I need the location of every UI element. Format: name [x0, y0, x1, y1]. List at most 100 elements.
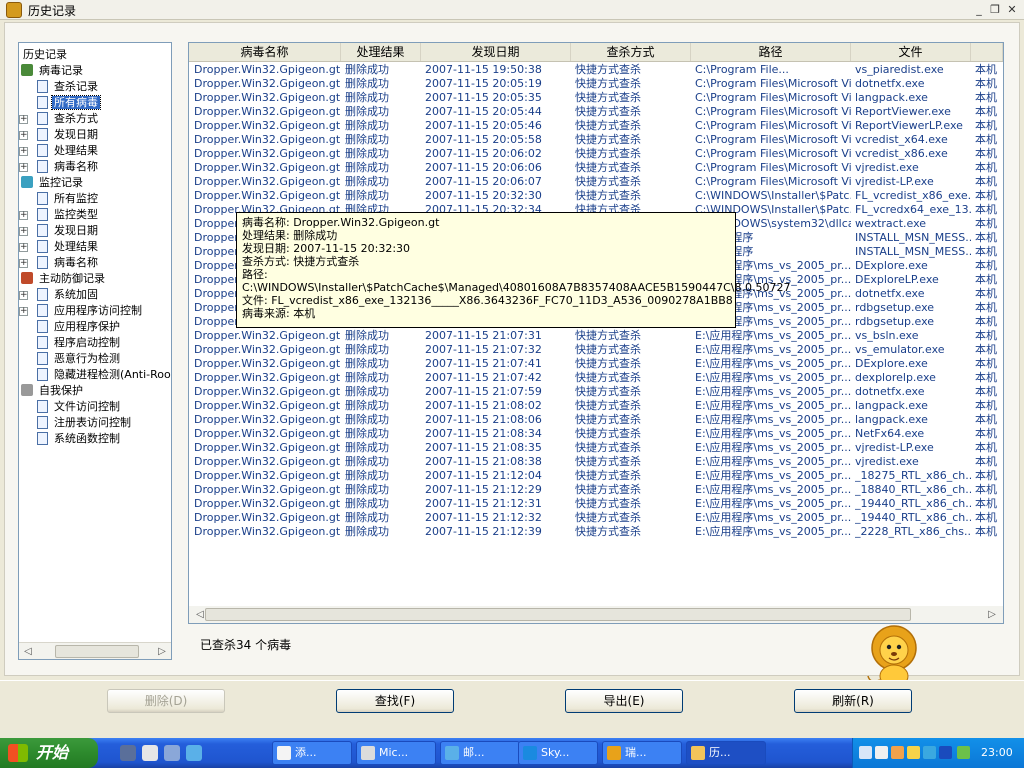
start-button[interactable]: 开始 — [0, 738, 98, 768]
tray-monitor-icon[interactable] — [907, 746, 920, 759]
table-row[interactable]: Dropper.Win32.Gpigeon.gt 删除成功 2007-11-15 2… — [189, 133, 1003, 147]
expand-icon[interactable]: + — [19, 211, 28, 220]
tree-item[interactable]: + 应用程序访问控制 — [19, 303, 144, 319]
tree-item[interactable]: + 处理结果 — [19, 239, 100, 255]
tree-item[interactable]: 恶意行为检测 — [19, 351, 122, 367]
table-row[interactable]: Dropper.Win32.Gpigeon.gt 删除成功 2007-11-15 2… — [189, 147, 1003, 161]
table-row[interactable]: Dropper.Win32.Gpigeon.gt 删除成功 2007-11-15 2… — [189, 469, 1003, 483]
tree-horizontal-scrollbar[interactable]: ◁ ▷ — [19, 642, 171, 659]
scroll-right-icon[interactable]: ▷ — [985, 608, 999, 621]
tray-app-icon[interactable] — [875, 746, 888, 759]
quicklaunch-tool-icon[interactable] — [164, 745, 180, 761]
table-row[interactable]: Dropper.Win32.Gpigeon.gt 删除成功 2007-11-15 2… — [189, 175, 1003, 189]
expand-icon[interactable]: + — [19, 243, 28, 252]
expand-icon[interactable]: + — [19, 307, 28, 316]
table-row[interactable]: Dropper.Win32.Gpigeon.gt 删除成功 2007-11-15 2… — [189, 497, 1003, 511]
tree-item[interactable]: 监控记录 — [21, 175, 85, 191]
tray-network-icon[interactable] — [923, 746, 936, 759]
quicklaunch-app-icon[interactable] — [142, 745, 158, 761]
column-header[interactable] — [971, 43, 1003, 61]
tree-item[interactable]: + 病毒名称 — [19, 255, 100, 271]
taskbar-button[interactable]: 历... — [686, 741, 766, 765]
tree-item[interactable]: + 发现日期 — [19, 127, 100, 143]
table-row[interactable]: Dropper.Win32.Gpigeon.gt 删除成功 2007-11-15 2… — [189, 91, 1003, 105]
tree-item[interactable]: 主动防御记录 — [21, 271, 107, 287]
table-row[interactable]: Dropper.Win32.Gpigeon.gt 删除成功 2007-11-15 2… — [189, 329, 1003, 343]
table-row[interactable]: Dropper.Win32.Gpigeon.gt 删除成功 2007-11-15 2… — [189, 105, 1003, 119]
table-row[interactable]: Dropper.Win32.Gpigeon.gt 删除成功 2007-11-15 2… — [189, 161, 1003, 175]
tree-item[interactable]: + 查杀方式 — [19, 111, 100, 127]
minimize-button[interactable]: _ — [972, 3, 986, 17]
expand-icon[interactable]: + — [19, 163, 28, 172]
tray-umbrella-icon[interactable] — [957, 746, 970, 759]
restore-button[interactable]: ❐ — [988, 3, 1002, 17]
tree-item[interactable]: 注册表访问控制 — [19, 415, 133, 431]
table-row[interactable]: Dropper.Win32.Gpigeon.gt 删除成功 2007-11-15 2… — [189, 77, 1003, 91]
taskbar-button[interactable]: 瑞... — [602, 741, 682, 765]
table-row[interactable]: Dropper.Win32.Gpigeon.gt 删除成功 2007-11-15 2… — [189, 441, 1003, 455]
table-row[interactable]: Dropper.Win32.Gpigeon.gt 删除成功 2007-11-15 2… — [189, 399, 1003, 413]
table-row[interactable]: Dropper.Win32.Gpigeon.gt 删除成功 2007-11-15 2… — [189, 427, 1003, 441]
table-row[interactable]: Dropper.Win32.Gpigeon.gt 删除成功 2007-11-15 2… — [189, 385, 1003, 399]
scroll-right-icon[interactable]: ▷ — [155, 645, 169, 658]
table-row[interactable]: Dropper.Win32.Gpigeon.gt 删除成功 2007-11-15 2… — [189, 343, 1003, 357]
delete-button[interactable]: 删除(D) — [107, 689, 225, 713]
expand-icon[interactable]: + — [19, 115, 28, 124]
tree-item[interactable]: 程序启动控制 — [19, 335, 122, 351]
tree-item[interactable]: 自我保护 — [21, 383, 85, 399]
refresh-button[interactable]: 刷新(R) — [794, 689, 912, 713]
ie-icon[interactable] — [186, 745, 202, 761]
tree-item[interactable]: 应用程序保护 — [19, 319, 122, 335]
table-row[interactable]: Dropper.Win32.Gpigeon.gt 删除成功 2007-11-15 2… — [189, 371, 1003, 385]
history-tree[interactable]: 历史记录 病毒记录 查杀记录 所有病毒 + 查杀方式 + 发现日期 + 处理结果 + 病毒名称 监控记录… — [18, 42, 172, 660]
list-horizontal-scrollbar[interactable]: ◁ ▷ — [189, 606, 1003, 623]
taskbar-button[interactable]: 添... — [272, 741, 352, 765]
column-header[interactable]: 发现日期 — [421, 43, 571, 61]
column-header[interactable]: 病毒名称 — [189, 43, 341, 61]
taskbar-button[interactable]: Mic... — [356, 741, 436, 765]
tree-item[interactable]: 病毒记录 — [21, 63, 85, 79]
column-header[interactable]: 路径 — [691, 43, 851, 61]
tray-media-icon[interactable] — [939, 746, 952, 759]
column-header[interactable]: 查杀方式 — [571, 43, 691, 61]
table-row[interactable]: Dropper.Win32.Gpigeon.gt 删除成功 2007-11-15 2… — [189, 483, 1003, 497]
column-header[interactable]: 文件 — [851, 43, 971, 61]
tree-item[interactable]: 所有病毒 — [19, 95, 101, 111]
tray-collapse-icon[interactable] — [859, 746, 872, 759]
tree-item[interactable]: + 处理结果 — [19, 143, 100, 159]
tree-item[interactable]: 查杀记录 — [19, 79, 100, 95]
tree-item[interactable]: 所有监控 — [19, 191, 100, 207]
scroll-thumb[interactable] — [205, 608, 911, 621]
table-row[interactable]: Dropper.Win32.Gpigeon.gt 删除成功 2007-11-15 2… — [189, 511, 1003, 525]
tray-rising-icon[interactable] — [891, 746, 904, 759]
media-icon[interactable] — [120, 745, 136, 761]
table-row[interactable]: Dropper.Win32.Gpigeon.gt 删除成功 2007-11-15 2… — [189, 119, 1003, 133]
find-button[interactable]: 查找(F) — [336, 689, 454, 713]
tree-item[interactable]: + 发现日期 — [19, 223, 100, 239]
table-row[interactable]: Dropper.Win32.Gpigeon.gt 删除成功 2007-11-15 2… — [189, 525, 1003, 539]
tree-item[interactable]: 文件访问控制 — [19, 399, 122, 415]
tree-item[interactable]: + 监控类型 — [19, 207, 100, 223]
table-row[interactable]: Dropper.Win32.Gpigeon.gt 删除成功 2007-11-15 2… — [189, 357, 1003, 371]
expand-icon[interactable]: + — [19, 227, 28, 236]
table-row[interactable]: Dropper.Win32.Gpigeon.gt 删除成功 2007-11-15 2… — [189, 455, 1003, 469]
tree-item[interactable]: + 病毒名称 — [19, 159, 100, 175]
scroll-thumb[interactable] — [55, 645, 139, 658]
taskbar-button[interactable]: 邮... — [440, 741, 520, 765]
expand-icon[interactable]: + — [19, 131, 28, 140]
table-row[interactable]: Dropper.Win32.Gpigeon.gt 删除成功 2007-11-15 2… — [189, 413, 1003, 427]
expand-icon[interactable]: + — [19, 291, 28, 300]
expand-icon[interactable]: + — [19, 259, 28, 268]
expand-icon[interactable]: + — [19, 147, 28, 156]
export-button[interactable]: 导出(E) — [565, 689, 683, 713]
table-row[interactable]: Dropper.Win32.Gpigeon.gt 删除成功 2007-11-15 2… — [189, 189, 1003, 203]
close-button[interactable]: ✕ — [1005, 3, 1019, 17]
table-row[interactable]: Dropper.Win32.Gpigeon.gt 删除成功 2007-11-15 1… — [189, 63, 1003, 77]
scroll-left-icon[interactable]: ◁ — [21, 645, 35, 658]
column-header[interactable]: 处理结果 — [341, 43, 421, 61]
taskbar-button[interactable]: Sky... — [518, 741, 598, 765]
tree-item[interactable]: + 系统加固 — [19, 287, 100, 303]
virus-list[interactable]: 病毒名称 处理结果 发现日期 查杀方式 路径 文件 Dropper.Win32.Gpige… — [188, 42, 1004, 624]
tree-item[interactable]: 历史记录 — [21, 47, 69, 63]
tree-item[interactable]: 系统函数控制 — [19, 431, 122, 447]
